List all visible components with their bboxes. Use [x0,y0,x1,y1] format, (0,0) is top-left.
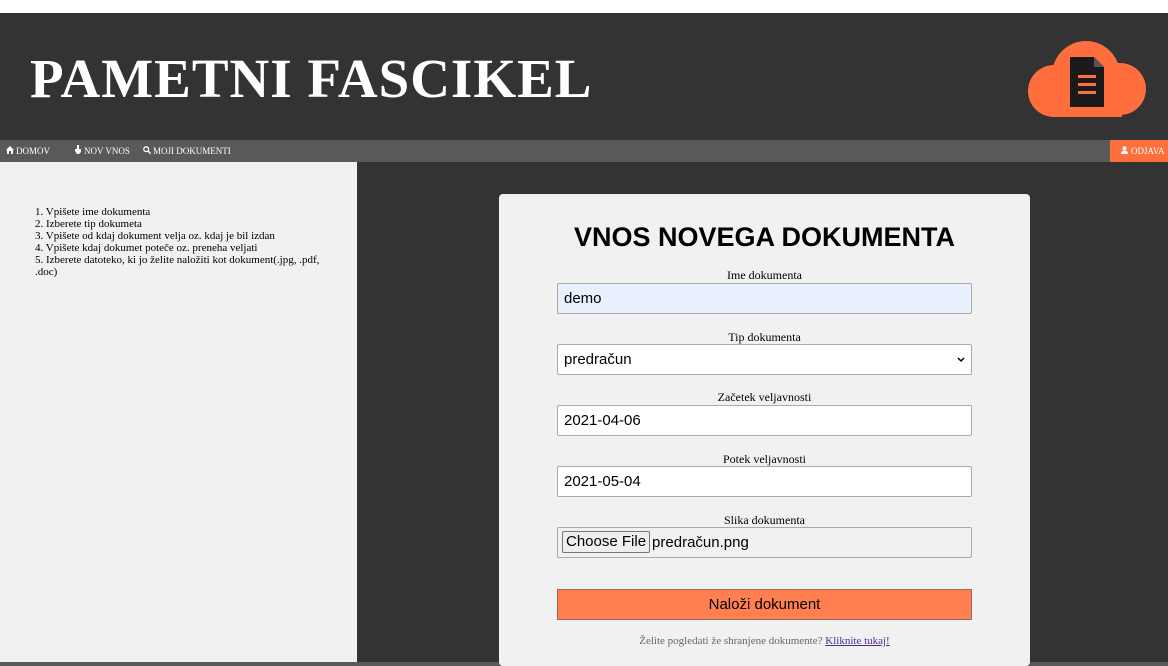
nav-home[interactable]: DOMOV [5,140,50,162]
view-documents-text: Želite pogledati že shranjene dokumente? [639,635,823,647]
upload-document-button[interactable]: Naloži dokument [557,589,972,620]
choose-file-button[interactable]: Choose File [562,531,651,553]
instruction-step: 2. Izberete tip dokumeta [35,218,142,230]
instruction-step: 3. Vpišete od kdaj dokument velja oz. kd… [35,230,275,242]
hand-icon [73,141,82,163]
nav-new-entry-label: NOV VNOS [84,146,130,156]
navbar: DOMOV NOV VNOS MOJI DOKUMENTI ODJAVA [0,140,1168,162]
end-date-value: 2021-05-04 [564,473,641,490]
instruction-step: 1. Vpišete ime dokumenta [35,206,151,218]
search-icon [142,141,151,163]
selected-file-name: predračun.png [652,534,749,551]
instruction-step: 5. Izberete datoteko, ki jo želite nalož… [35,254,320,278]
home-icon [5,141,14,163]
cloud-document-icon [1028,41,1146,117]
logout-label: ODJAVA [1131,146,1165,156]
start-date-value: 2021-04-06 [564,412,641,429]
nav-my-documents-label: MOJI DOKUMENTI [153,146,231,156]
header: PAMETNI FASCIKEL [0,13,1168,140]
type-label: Tip dokumenta [728,330,801,344]
view-documents-link[interactable]: Kliknite tukaj! [825,635,889,647]
end-date-input[interactable]: 2021-05-04 [557,466,972,497]
document-type-value: predračun [564,351,632,368]
instructions-list: 1. Vpišete ime dokumenta 2. Izberete tip… [35,206,335,278]
new-document-form: VNOS NOVEGA DOKUMENTA Ime dokumenta demo… [499,194,1030,666]
document-name-value: demo [564,290,602,307]
site-title: PAMETNI FASCIKEL [30,48,593,109]
document-name-input[interactable]: demo [557,283,972,314]
instruction-step: 4. Vpišete kdaj dokumet poteče oz. prene… [35,242,258,254]
logout-button[interactable]: ODJAVA [1110,140,1168,162]
form-title: VNOS NOVEGA DOKUMENTA [573,222,956,252]
end-label: Potek veljavnosti [723,452,806,466]
name-label: Ime dokumenta [727,268,802,282]
nav-home-label: DOMOV [16,146,51,156]
chevron-down-icon [957,345,965,374]
instructions-sidebar: 1. Vpišete ime dokumenta 2. Izberete tip… [0,162,357,666]
file-input: Choose File predračun.png [557,527,972,558]
file-label: Slika dokumenta [724,513,805,527]
user-icon [1120,141,1129,163]
view-documents-prompt: Želite pogledati že shranjene dokumente?… [499,635,1030,647]
document-type-select[interactable]: predračun [557,344,972,375]
nav-my-documents[interactable]: MOJI DOKUMENTI [142,140,231,162]
top-strip [0,0,1168,13]
nav-new-entry[interactable]: NOV VNOS [73,140,130,162]
start-label: Začetek veljavnosti [717,390,812,404]
start-date-input[interactable]: 2021-04-06 [557,405,972,436]
